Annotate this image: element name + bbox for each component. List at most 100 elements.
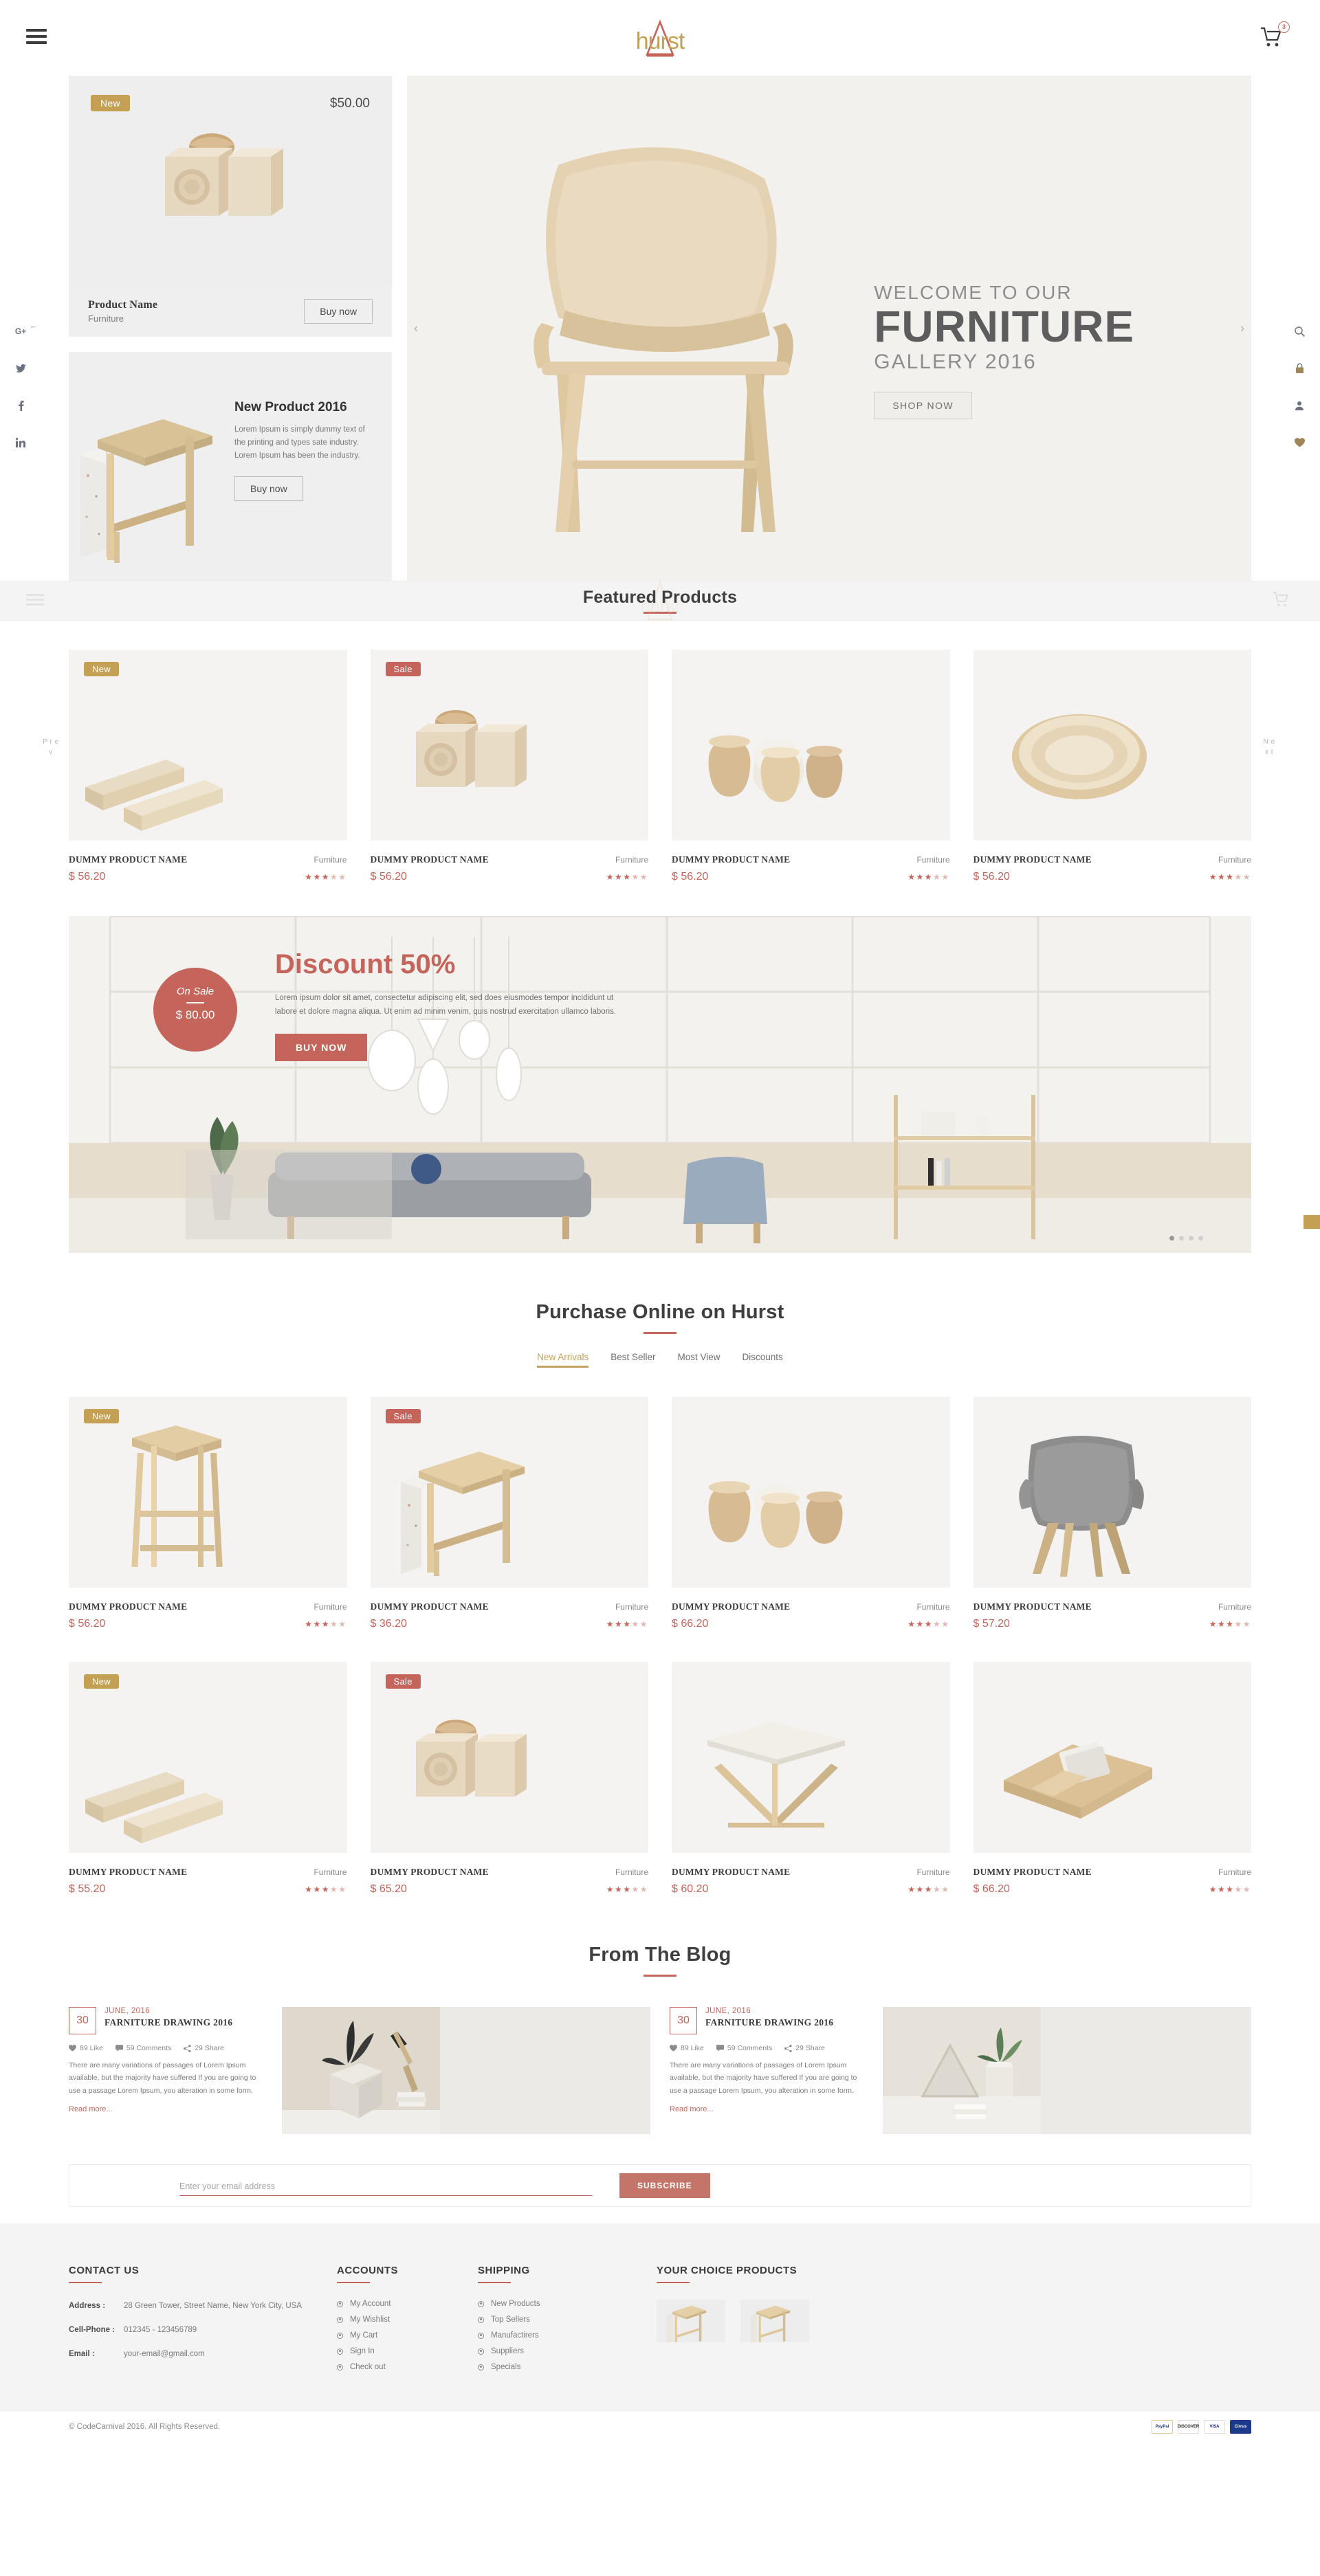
product-thumbnail[interactable]: New bbox=[69, 1662, 347, 1853]
bullet-icon bbox=[337, 2316, 343, 2323]
slider-dot[interactable] bbox=[1179, 1236, 1184, 1241]
purchase-title-wrap: Purchase Online on Hurst bbox=[0, 1253, 1320, 1334]
product-card[interactable]: DUMMY PRODUCT NAME Furniture $ 56.20 ★★★… bbox=[973, 649, 1251, 883]
product-thumbnail[interactable] bbox=[672, 1662, 950, 1853]
footer-link-check-out[interactable]: Check out bbox=[337, 2363, 478, 2371]
footer-accounts-list: My Account My Wishlist My Cart Sign In C… bbox=[337, 2300, 478, 2371]
site-logo[interactable]: hurst bbox=[615, 19, 705, 60]
hero-shop-now-button[interactable]: SHOP NOW bbox=[874, 391, 972, 419]
slider-dot[interactable] bbox=[1198, 1236, 1203, 1241]
tab-discounts[interactable]: Discounts bbox=[742, 1352, 783, 1368]
product-thumbnail[interactable]: Sale bbox=[370, 1662, 648, 1853]
choice-product-thumb[interactable] bbox=[740, 2300, 809, 2342]
edge-tab-handle[interactable] bbox=[1304, 1215, 1320, 1229]
promo2-image bbox=[69, 352, 230, 581]
blog-post-title[interactable]: FARNITURE DRAWING 2016 bbox=[104, 2017, 232, 2028]
product-card[interactable]: DUMMY PRODUCT NAME Furniture $ 57.20 ★★★… bbox=[973, 1397, 1251, 1630]
product-thumbnail[interactable] bbox=[672, 649, 950, 841]
product-card[interactable]: DUMMY PRODUCT NAME Furniture $ 66.20 ★★★… bbox=[973, 1662, 1251, 1896]
footer-link-specials[interactable]: Specials bbox=[478, 2363, 657, 2371]
discover-icon[interactable]: DISCOVER bbox=[1178, 2419, 1199, 2434]
blog-read-more-link[interactable]: Read more... bbox=[670, 2105, 714, 2113]
product-card[interactable]: DUMMY PRODUCT NAME Furniture $ 56.20 ★★★… bbox=[672, 649, 950, 883]
footer-link-suppliers[interactable]: Suppliers bbox=[478, 2347, 657, 2355]
social-linkedin[interactable] bbox=[0, 424, 41, 461]
product-thumbnail[interactable]: New bbox=[69, 649, 347, 841]
product-thumbnail[interactable]: Sale bbox=[370, 1397, 648, 1588]
svg-text:hurst: hurst bbox=[636, 28, 685, 54]
product-card[interactable]: Sale DU bbox=[370, 649, 648, 883]
tab-best-seller[interactable]: Best Seller bbox=[610, 1352, 655, 1368]
product-card[interactable]: DUMMY PRODUCT NAME Furniture $ 60.20 ★★★… bbox=[672, 1662, 950, 1896]
product-thumbnail[interactable] bbox=[672, 1397, 950, 1588]
hamburger-icon[interactable] bbox=[26, 29, 47, 47]
cart-button[interactable]: 3 bbox=[1260, 21, 1290, 54]
product-thumbnail[interactable]: New bbox=[69, 1397, 347, 1588]
blog-comments[interactable]: 59 Comments bbox=[716, 2044, 772, 2052]
discount-banner: On Sale $ 80.00 Discount 50% Lorem ipsum… bbox=[69, 916, 1251, 1253]
paypal-icon[interactable]: PayPal bbox=[1152, 2419, 1173, 2434]
hero-prev-button[interactable]: ‹ bbox=[414, 321, 418, 335]
promo-buy-now-button[interactable]: Buy now bbox=[304, 299, 373, 324]
product-badge: Sale bbox=[385, 1674, 421, 1689]
product-thumbnail[interactable] bbox=[973, 1397, 1251, 1588]
product-price: $ 65.20 bbox=[370, 1883, 407, 1895]
social-googleplus[interactable]: G+ bbox=[0, 313, 41, 350]
product-card[interactable]: New DUMMY PRODUCT NAME Furniture $ 56.20… bbox=[69, 1397, 347, 1630]
product-thumbnail[interactable]: Sale bbox=[370, 649, 648, 841]
featured-prev-pager[interactable]: P r e v bbox=[43, 737, 59, 757]
tab-most-view[interactable]: Most View bbox=[677, 1352, 720, 1368]
product-card[interactable]: Sale DUMMY PRODUCT NAME Furniture $ 36.2… bbox=[370, 1397, 648, 1630]
choice-product-thumb[interactable] bbox=[657, 2300, 725, 2342]
search-button[interactable] bbox=[1279, 313, 1320, 350]
discount-slider-dots[interactable] bbox=[1169, 1236, 1203, 1241]
product-card[interactable]: New DUMMY PRODUCT NAME Furniture $ bbox=[69, 649, 347, 883]
promo2-buy-now-button[interactable]: Buy now bbox=[234, 476, 303, 501]
featured-products-grid: New DUMMY PRODUCT NAME Furniture $ 56.20… bbox=[69, 621, 1251, 883]
blog-read-more-link[interactable]: Read more... bbox=[69, 2105, 113, 2113]
product-thumbnail[interactable] bbox=[973, 1662, 1251, 1853]
featured-next-pager[interactable]: N e x t bbox=[1261, 737, 1277, 757]
product-card[interactable]: New DUMMY PRODUCT NAME Furniture $ bbox=[69, 1662, 347, 1896]
product-thumbnail[interactable] bbox=[973, 649, 1251, 841]
promo-badge: New bbox=[91, 95, 130, 111]
footer-link-my-wishlist[interactable]: My Wishlist bbox=[337, 2316, 478, 2324]
slider-dot[interactable] bbox=[1189, 1236, 1194, 1241]
blog-shares[interactable]: 29 Share bbox=[784, 2044, 825, 2052]
footer-link-manufacturers[interactable]: Manufactirers bbox=[478, 2331, 657, 2340]
blog-likes[interactable]: 89 Like bbox=[670, 2044, 704, 2052]
blog-post-image[interactable] bbox=[282, 2007, 650, 2134]
cirrus-icon[interactable]: Cirrus bbox=[1230, 2419, 1251, 2434]
newsletter-subscribe-button[interactable]: SUBSCRIBE bbox=[619, 2173, 710, 2198]
hero-next-button[interactable]: › bbox=[1240, 321, 1244, 335]
blog-comments[interactable]: 59 Comments bbox=[115, 2044, 171, 2052]
footer-email-value[interactable]: your-email@gmail.com bbox=[124, 2348, 205, 2361]
social-twitter[interactable] bbox=[0, 350, 41, 387]
account-lock-button[interactable] bbox=[1279, 350, 1320, 387]
discount-buy-now-button[interactable]: BUY NOW bbox=[275, 1034, 368, 1062]
visa-icon[interactable]: VISA bbox=[1204, 2419, 1225, 2434]
wood-cups-image bbox=[708, 1481, 843, 1548]
footer-link-sign-in[interactable]: Sign In bbox=[337, 2347, 478, 2355]
blog-title: From The Blog bbox=[588, 1944, 732, 1966]
footer-link-my-cart[interactable]: My Cart bbox=[337, 2331, 478, 2340]
blog-post-image[interactable] bbox=[883, 2007, 1251, 2134]
footer-link-my-account[interactable]: My Account bbox=[337, 2300, 478, 2308]
product-card[interactable]: DUMMY PRODUCT NAME Furniture $ 66.20 ★★★… bbox=[672, 1397, 950, 1630]
slider-dot[interactable] bbox=[1169, 1236, 1174, 1241]
blog-post-title[interactable]: FARNITURE DRAWING 2016 bbox=[705, 2017, 833, 2028]
newsletter-email-input[interactable] bbox=[179, 2175, 592, 2196]
promo-card-top[interactable]: New $50.00 Product Name Furniture Buy no… bbox=[69, 76, 392, 337]
product-name: DUMMY PRODUCT NAME bbox=[973, 1867, 1092, 1877]
tab-new-arrivals[interactable]: New Arrivals bbox=[537, 1352, 589, 1368]
blog-shares[interactable]: 29 Share bbox=[184, 2044, 224, 2052]
wishlist-button[interactable] bbox=[1279, 424, 1320, 461]
footer-link-top-sellers[interactable]: Top Sellers bbox=[478, 2316, 657, 2324]
blog-likes[interactable]: 89 Like bbox=[69, 2044, 103, 2052]
blog-day-badge: 30 bbox=[69, 2007, 96, 2034]
product-name: DUMMY PRODUCT NAME bbox=[672, 854, 791, 865]
user-button[interactable] bbox=[1279, 387, 1320, 424]
social-facebook[interactable] bbox=[0, 387, 41, 424]
product-card[interactable]: Sale DU bbox=[370, 1662, 648, 1896]
footer-link-new-products[interactable]: New Products bbox=[478, 2300, 657, 2308]
